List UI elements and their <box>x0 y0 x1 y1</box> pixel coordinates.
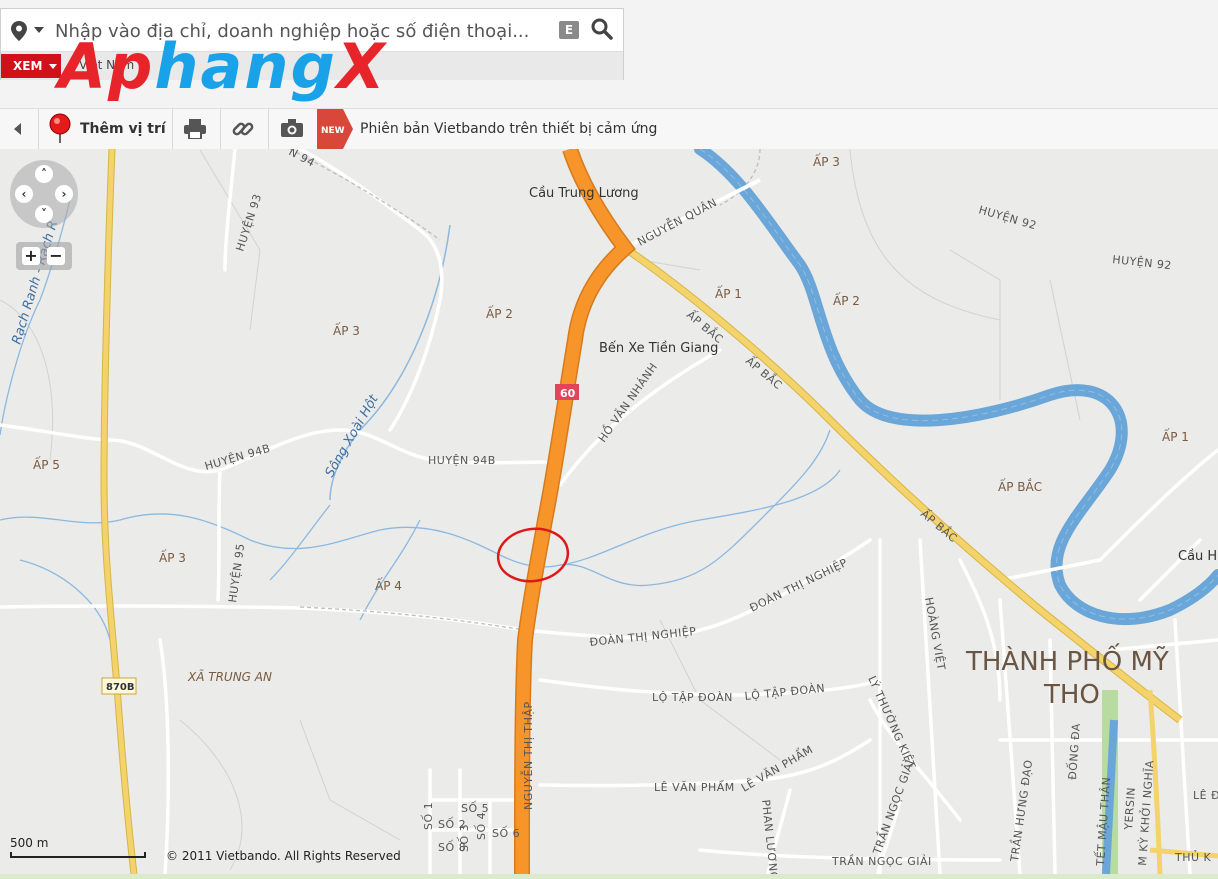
zoom-out-button[interactable]: − <box>47 247 65 265</box>
poi-label[interactable]: Cầu Trung Lương <box>529 186 639 201</box>
road-label-nguyen-thi-thap: NGUYỄN THỊ THẬP <box>520 701 535 810</box>
road-label-thu-k: THỦ K <box>1174 850 1212 864</box>
road-label-le-van-pham: LÊ VĂN PHẨM <box>654 780 735 794</box>
chevron-down-icon <box>49 64 57 69</box>
road-label-huyen-94b: HUYỆN 94B <box>428 454 496 467</box>
touch-version-link[interactable]: Phiên bản Vietbando trên thiết bị cảm ứn… <box>360 121 657 137</box>
pan-right-icon[interactable]: › <box>55 185 73 203</box>
collapse-arrow-icon[interactable] <box>14 123 21 135</box>
map-marker-icon[interactable] <box>46 113 74 145</box>
map-canvas[interactable]: 60 870B NGUYỄN THỊ THẬP ẤP BẮC ẤP BẮC ẤP… <box>0 149 1218 874</box>
map-toolbar: Thêm vị trí NEW Phiên bản Vietbando trên… <box>0 108 1218 150</box>
place-label: ẤP 5 <box>33 456 60 472</box>
road-label-so-1: SỐ 1 <box>421 802 435 830</box>
search-icon[interactable] <box>591 18 613 40</box>
toolbar-divider <box>268 109 269 149</box>
view-button[interactable]: XEM <box>1 54 61 78</box>
place-label: ẤP 1 <box>1162 428 1189 444</box>
new-badge-label: NEW <box>321 126 345 136</box>
toolbar-divider <box>172 109 173 149</box>
place-label: Cầu H <box>1178 549 1217 564</box>
place-label: ẤP 1 <box>715 285 742 301</box>
place-label: ẤP 3 <box>813 153 840 169</box>
location-pin-icon[interactable] <box>11 21 27 41</box>
new-badge[interactable]: NEW <box>317 109 353 149</box>
e-icon[interactable]: E <box>559 21 579 39</box>
link-icon[interactable] <box>232 118 254 140</box>
top-bar: E XEM Việt Nam AphangX <box>0 0 1218 108</box>
view-button-label: XEM <box>13 59 43 73</box>
route-870b-label: 870B <box>106 682 135 693</box>
pan-control[interactable]: ˄ ˅ ‹ › <box>10 160 78 228</box>
place-label: ẤP 2 <box>486 305 513 321</box>
place-label: ẤP 3 <box>333 322 360 338</box>
poi-label[interactable]: Bến Xe Tiền Giang <box>599 341 718 356</box>
pan-left-icon[interactable]: ‹ <box>15 185 33 203</box>
place-label: ẤP BẮC <box>998 478 1042 494</box>
bottom-strip <box>0 874 1218 879</box>
add-location-button[interactable]: Thêm vị trí <box>80 121 166 137</box>
route-60-label: 60 <box>560 387 576 400</box>
scale-bar <box>10 852 146 858</box>
pan-up-icon[interactable]: ˄ <box>35 165 53 183</box>
toolbar-divider <box>220 109 221 149</box>
zoom-control: + − <box>16 242 72 270</box>
road-label-so-4: SỐ 4 <box>474 812 488 840</box>
road-label-so-8: SỐ 8 <box>438 840 466 854</box>
place-label: ẤP 4 <box>375 577 402 593</box>
scale-label: 500 m <box>10 836 49 850</box>
pan-down-icon[interactable]: ˅ <box>35 205 53 223</box>
road-label-lo-tap-doan: LỘ TẬP ĐOÀN <box>652 691 733 704</box>
toolbar-divider <box>38 109 39 149</box>
city-label: THO <box>1043 680 1100 710</box>
zoom-in-button[interactable]: + <box>22 247 40 265</box>
print-icon[interactable] <box>184 119 206 139</box>
watermark-logo: AphangX <box>58 30 387 103</box>
copyright-text: © 2011 Vietbando. All Rights Reserved <box>166 849 401 863</box>
place-label: ẤP 2 <box>833 292 860 308</box>
road-label-le-d: LÊ Đ <box>1193 789 1218 802</box>
city-label: THÀNH PHỐ MỸ <box>965 642 1169 677</box>
road-label-so-6: SỐ 6 <box>492 826 520 840</box>
place-label: XÃ TRUNG AN <box>187 669 272 684</box>
chevron-down-icon[interactable] <box>34 27 44 33</box>
camera-icon[interactable] <box>281 119 303 137</box>
place-label: ẤP 3 <box>159 549 186 565</box>
